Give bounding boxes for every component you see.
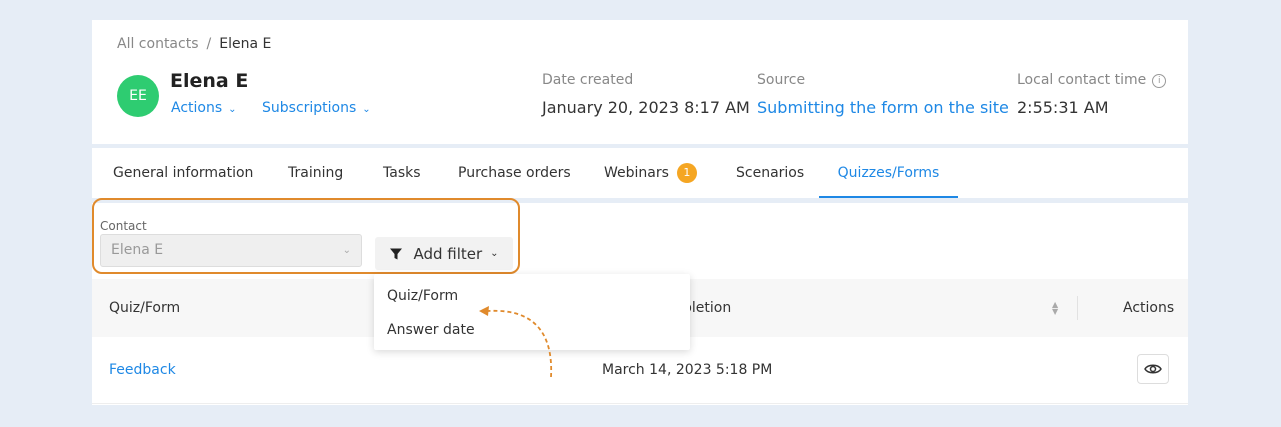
contact-filter-label: Contact bbox=[100, 219, 147, 233]
subscriptions-label: Subscriptions bbox=[262, 100, 357, 116]
local-time-label: Local contact time bbox=[1017, 72, 1147, 88]
actions-label: Actions bbox=[171, 100, 223, 116]
local-time-value: 2:55:31 AM bbox=[1017, 98, 1109, 117]
column-header-quiz-form[interactable]: Quiz/Form bbox=[109, 279, 180, 337]
date-created-value: January 20, 2023 8:17 AM bbox=[542, 98, 750, 117]
source-link[interactable]: Submitting the form on the site bbox=[757, 98, 1009, 117]
eye-icon bbox=[1144, 364, 1162, 374]
date-created-label: Date created bbox=[542, 72, 634, 88]
tab-purchase-orders[interactable]: Purchase orders bbox=[458, 148, 571, 198]
funnel-icon bbox=[390, 248, 403, 259]
annotation-arrow-icon bbox=[479, 306, 553, 378]
chevron-down-icon: ⌄ bbox=[342, 245, 351, 256]
local-time-label-row: Local contact time i bbox=[1017, 72, 1167, 88]
quiz-name-link[interactable]: Feedback bbox=[109, 337, 176, 403]
column-header-actions: Actions bbox=[1123, 300, 1175, 316]
tab-scenarios[interactable]: Scenarios bbox=[736, 148, 804, 198]
source-block: Source Submitting the form on the site bbox=[757, 72, 1009, 117]
chevron-down-icon: ⌄ bbox=[228, 104, 237, 115]
breadcrumb-current: Elena E bbox=[219, 36, 272, 52]
tab-webinars-label: Webinars bbox=[604, 165, 669, 181]
contact-header-card: All contacts / Elena E EE Elena E Actions ⌄… bbox=[92, 20, 1188, 144]
subscriptions-dropdown[interactable]: Subscriptions ⌄ bbox=[262, 100, 371, 116]
tabs-bar: General information Training Tasks Purch… bbox=[92, 148, 1188, 198]
dropdown-item-quiz-form[interactable]: Quiz/Form bbox=[387, 288, 458, 304]
add-filter-label: Add filter bbox=[413, 244, 483, 263]
contact-select-value: Elena E bbox=[111, 242, 164, 258]
sort-icon[interactable]: ▲ ▼ bbox=[1052, 301, 1058, 316]
column-header-completion[interactable]: pletion bbox=[683, 279, 731, 337]
tab-tasks[interactable]: Tasks bbox=[383, 148, 421, 198]
breadcrumb-all-contacts[interactable]: All contacts bbox=[117, 36, 199, 52]
actions-dropdown[interactable]: Actions ⌄ bbox=[171, 100, 237, 116]
info-icon[interactable]: i bbox=[1152, 74, 1167, 88]
source-label: Source bbox=[757, 72, 806, 88]
contact-name: Elena E bbox=[170, 70, 249, 92]
avatar: EE bbox=[117, 75, 159, 117]
add-filter-button[interactable]: Add filter ⌄ bbox=[375, 237, 513, 270]
breadcrumb: All contacts / Elena E bbox=[117, 36, 271, 52]
column-divider bbox=[1077, 296, 1078, 320]
contact-select[interactable]: Elena E ⌄ bbox=[100, 234, 362, 267]
tab-quizzes-forms[interactable]: Quizzes/Forms bbox=[819, 148, 958, 198]
dropdown-item-answer-date[interactable]: Answer date bbox=[387, 322, 475, 338]
tab-webinars[interactable]: Webinars 1 bbox=[604, 148, 697, 198]
webinars-count-badge: 1 bbox=[676, 163, 697, 183]
breadcrumb-separator: / bbox=[206, 36, 212, 52]
chevron-down-icon: ⌄ bbox=[362, 104, 371, 115]
view-button[interactable] bbox=[1137, 354, 1169, 384]
local-time-block: Local contact time i 2:55:31 AM bbox=[1017, 72, 1167, 117]
tab-general-information[interactable]: General information bbox=[113, 148, 253, 198]
chevron-down-icon: ⌄ bbox=[490, 248, 499, 259]
date-created-block: Date created January 20, 2023 8:17 AM bbox=[542, 72, 750, 117]
tab-training[interactable]: Training bbox=[288, 148, 343, 198]
